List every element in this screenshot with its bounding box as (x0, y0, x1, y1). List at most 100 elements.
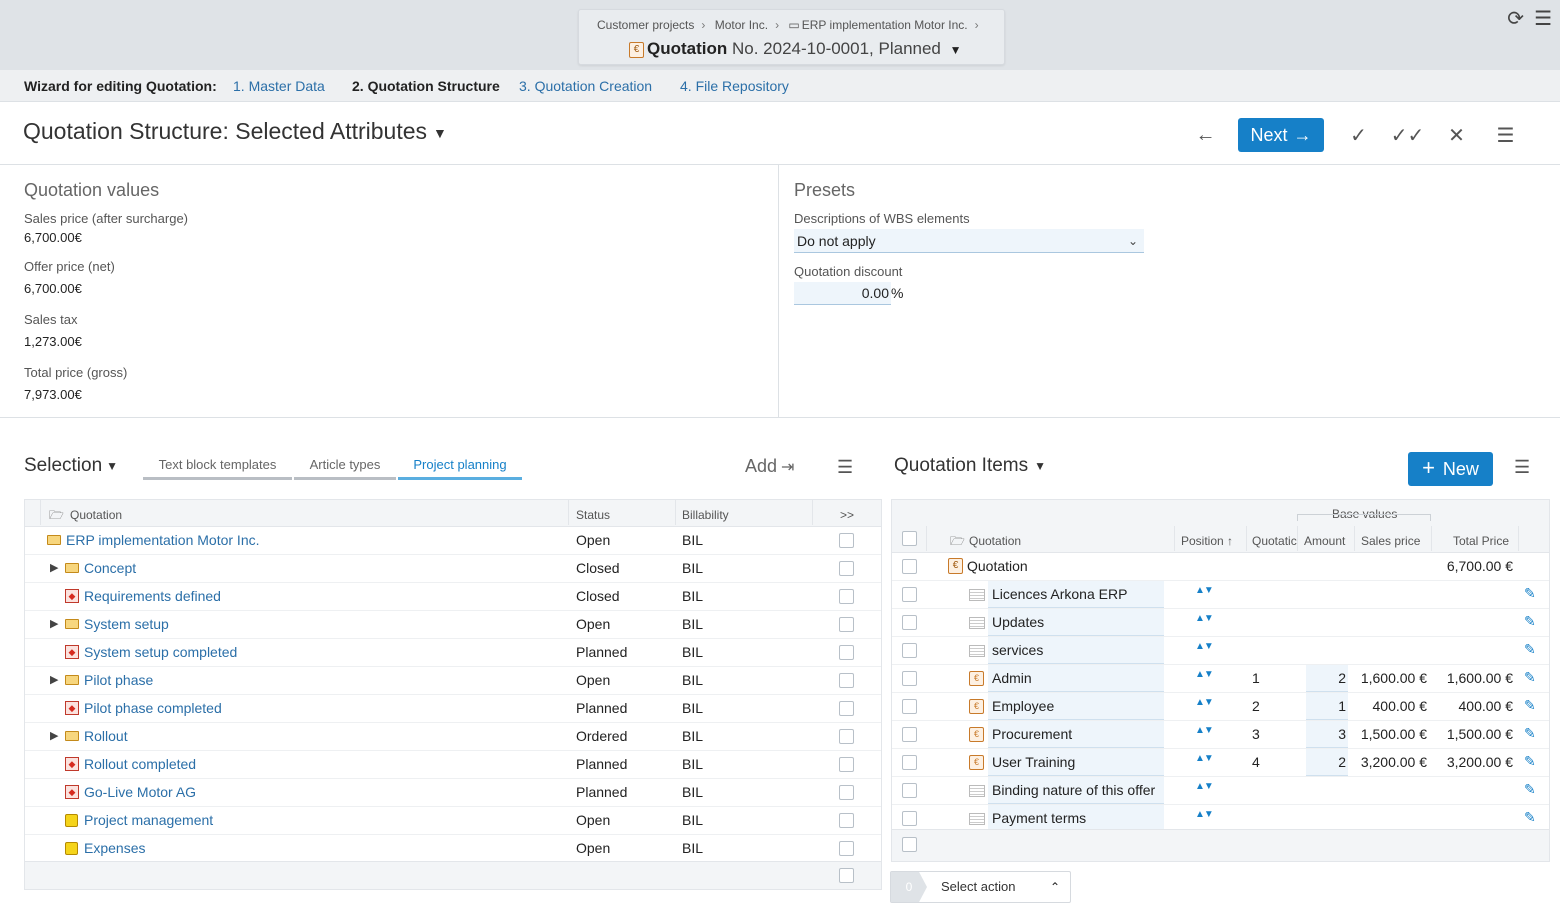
row-checkbox[interactable] (902, 783, 917, 798)
footer-checkbox[interactable] (839, 868, 854, 883)
new-button[interactable]: + New (1408, 452, 1493, 486)
row-checkbox[interactable] (839, 841, 854, 856)
column-header-quotation[interactable]: Quotation (969, 534, 1021, 548)
item-description-input[interactable]: User Training (988, 749, 1164, 776)
move-up-down-icon[interactable]: ▲▼ (1195, 633, 1214, 660)
table-row[interactable]: ▶ System setup Open BIL (25, 611, 881, 639)
expand-triangle-icon[interactable]: ▶ (50, 555, 58, 582)
column-header-status[interactable]: Status (576, 508, 610, 522)
table-row[interactable]: Binding nature of this offer ▲▼ ✎ (892, 777, 1549, 805)
column-header-quotation-no[interactable]: Quotatic (1252, 534, 1298, 548)
row-checkbox[interactable] (839, 561, 854, 576)
chevron-down-icon[interactable]: ▼ (433, 125, 447, 141)
wizard-step-quotation-structure[interactable]: 2. Quotation Structure (352, 70, 500, 102)
edit-icon[interactable]: ✎ (1524, 748, 1536, 775)
double-check-icon[interactable]: ✓✓ (1383, 123, 1432, 148)
row-checkbox[interactable] (839, 813, 854, 828)
row-checkbox[interactable] (839, 673, 854, 688)
wizard-step-file-repository[interactable]: 4. File Repository (680, 70, 789, 102)
table-row[interactable]: € Employee ▲▼ 2 1 400.00 €400.00 € ✎ (892, 693, 1549, 721)
item-amount-input[interactable]: 1 (1306, 693, 1348, 720)
item-amount-input[interactable]: 2 (1306, 665, 1348, 692)
table-row[interactable]: € Procurement ▲▼ 3 3 1,500.00 €1,500.00 € ✎ (892, 721, 1549, 749)
move-up-down-icon[interactable]: ▲▼ (1195, 773, 1214, 800)
item-description-input[interactable]: Employee (988, 693, 1164, 720)
quotation-root-row[interactable]: € Quotation 6,700.00 € (892, 553, 1549, 581)
row-checkbox[interactable] (902, 615, 917, 630)
edit-icon[interactable]: ✎ (1524, 580, 1536, 607)
wizard-step-quotation-creation[interactable]: 3. Quotation Creation (519, 70, 652, 102)
edit-icon[interactable]: ✎ (1524, 776, 1536, 803)
table-row[interactable]: Project management Open BIL (25, 807, 881, 835)
edit-icon[interactable]: ✎ (1524, 664, 1536, 691)
hamburger-icon[interactable]: ☰ (1534, 8, 1552, 30)
row-name[interactable]: ERP implementation Motor Inc. (66, 527, 260, 554)
row-checkbox[interactable] (902, 643, 917, 658)
select-all-checkbox[interactable] (902, 531, 917, 546)
item-amount-input[interactable]: 2 (1306, 749, 1348, 776)
chevron-down-icon[interactable]: ▼ (1034, 459, 1046, 473)
row-checkbox[interactable] (902, 587, 917, 602)
table-row[interactable]: Expenses Open BIL (25, 835, 881, 863)
row-checkbox[interactable] (839, 589, 854, 604)
table-row[interactable]: Updates ▲▼ ✎ (892, 609, 1549, 637)
row-checkbox[interactable] (839, 757, 854, 772)
row-checkbox[interactable] (902, 699, 917, 714)
column-header-position[interactable]: Position ↑ (1181, 534, 1233, 548)
expand-triangle-icon[interactable]: ▶ (50, 611, 58, 638)
item-amount-input[interactable]: 3 (1306, 721, 1348, 748)
item-description-input[interactable]: services (988, 637, 1164, 664)
select-action-menu[interactable]: 0 Select action ⌃ (890, 871, 1071, 903)
move-up-down-icon[interactable]: ▲▼ (1195, 689, 1214, 716)
table-row[interactable]: ▶ Pilot phase Open BIL (25, 667, 881, 695)
column-header-sales-price[interactable]: Sales price (1361, 534, 1420, 548)
table-row[interactable]: ◆ Go-Live Motor AG Planned BIL (25, 779, 881, 807)
row-name[interactable]: Project management (84, 807, 213, 834)
check-icon[interactable]: ✓ (1334, 123, 1383, 148)
table-row[interactable]: ERP implementation Motor Inc. Open BIL (25, 527, 881, 555)
breadcrumb-item[interactable]: ERP implementation Motor Inc. (802, 18, 968, 32)
reload-icon[interactable]: ⟳ (1507, 8, 1524, 30)
row-name[interactable]: Rollout completed (84, 751, 196, 778)
settings-sliders-icon[interactable]: ☰ (1514, 457, 1530, 478)
row-checkbox[interactable] (902, 727, 917, 742)
wbs-descriptions-select[interactable]: Do not apply ⌄ (794, 229, 1144, 253)
settings-sliders-icon[interactable]: ☰ (837, 457, 853, 478)
table-row[interactable]: ◆ Rollout completed Planned BIL (25, 751, 881, 779)
row-checkbox[interactable] (839, 645, 854, 660)
chevron-down-icon[interactable]: ▼ (950, 43, 962, 57)
row-checkbox[interactable] (839, 533, 854, 548)
column-header-more[interactable]: >> (840, 508, 854, 522)
column-header-amount[interactable]: Amount (1304, 534, 1345, 548)
edit-icon[interactable]: ✎ (1524, 720, 1536, 747)
close-icon[interactable]: ✕ (1432, 123, 1481, 148)
edit-icon[interactable]: ✎ (1524, 636, 1536, 663)
move-up-down-icon[interactable]: ▲▼ (1195, 745, 1214, 772)
table-row[interactable]: ◆ System setup completed Planned BIL (25, 639, 881, 667)
object-title[interactable]: € Quotation No. 2024-10-0001, Planned ▼ (629, 39, 962, 59)
move-up-down-icon[interactable]: ▲▼ (1195, 661, 1214, 688)
selection-title[interactable]: Selection ▼ (24, 455, 118, 477)
back-arrow-icon[interactable]: ← (1181, 124, 1230, 147)
wizard-step-master-data[interactable]: 1. Master Data (233, 70, 325, 102)
column-header-billability[interactable]: Billability (682, 508, 729, 522)
settings-sliders-icon[interactable]: ☰ (1481, 123, 1530, 148)
table-row[interactable]: ◆ Pilot phase completed Planned BIL (25, 695, 881, 723)
row-checkbox[interactable] (902, 671, 917, 686)
move-up-down-icon[interactable]: ▲▼ (1195, 801, 1214, 828)
edit-icon[interactable]: ✎ (1524, 692, 1536, 719)
tab-article-types[interactable]: Article types (294, 452, 396, 480)
table-row[interactable]: ◆ Requirements defined Closed BIL (25, 583, 881, 611)
table-row[interactable]: services ▲▼ ✎ (892, 637, 1549, 665)
column-header-total-price[interactable]: Total Price (1453, 534, 1509, 548)
quotation-items-title[interactable]: Quotation Items ▼ (894, 455, 1046, 477)
row-checkbox[interactable] (839, 785, 854, 800)
row-name[interactable]: System setup completed (84, 639, 237, 666)
row-checkbox[interactable] (902, 811, 917, 826)
item-description-input[interactable]: Binding nature of this offer (988, 777, 1164, 804)
move-up-down-icon[interactable]: ▲▼ (1195, 605, 1214, 632)
row-checkbox[interactable] (902, 559, 917, 574)
footer-checkbox[interactable] (902, 837, 917, 852)
move-up-down-icon[interactable]: ▲▼ (1195, 717, 1214, 744)
page-title[interactable]: Quotation Structure: Selected Attributes… (23, 118, 447, 145)
